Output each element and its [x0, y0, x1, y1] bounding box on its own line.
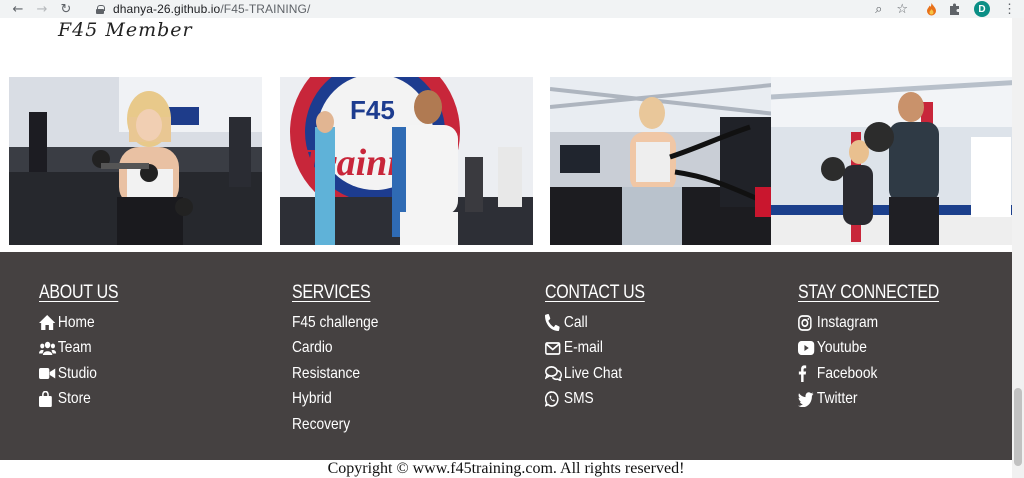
footer-link-studio[interactable]: Studio — [39, 361, 120, 387]
footer-link-resistance[interactable]: Resistance — [292, 361, 378, 387]
address-bar[interactable]: dhanya-26.github.io/F45-TRAINING/ ⌕ ☆ — [88, 0, 916, 18]
lock-icon[interactable] — [96, 4, 105, 14]
services-heading[interactable]: SERVICES — [292, 282, 376, 304]
footer-link-recovery[interactable]: Recovery — [292, 412, 378, 438]
svg-text:F45: F45 — [350, 95, 395, 125]
facebook-icon — [798, 365, 815, 383]
contact-heading[interactable]: CONTACT US — [545, 282, 645, 304]
zoom-icon[interactable]: ⌕ — [875, 2, 882, 17]
member-section-title: F45 Member — [58, 19, 193, 41]
footer-link-call[interactable]: Call — [545, 310, 647, 336]
footer-about-column: ABOUT US Home Team Studio Store — [39, 282, 133, 412]
profile-avatar[interactable]: D — [974, 1, 990, 17]
site-footer: ABOUT US Home Team Studio Store SERVICES… — [0, 252, 1012, 460]
page-scrollbar[interactable] — [1012, 18, 1024, 478]
forward-arrow-icon[interactable]: → — [30, 0, 54, 18]
envelope-icon — [545, 341, 562, 355]
phone-icon — [545, 314, 562, 332]
bookmark-star-icon[interactable]: ☆ — [896, 2, 908, 17]
footer-link-email[interactable]: E-mail — [545, 336, 647, 362]
twitter-icon — [798, 392, 815, 407]
footer-link-f45-challenge[interactable]: F45 challenge — [292, 310, 378, 336]
more-menu-icon[interactable]: ⋮ — [1003, 0, 1016, 18]
footer-link-sms[interactable]: SMS — [545, 387, 647, 413]
gallery-photo-2: F45 Training — [280, 77, 533, 245]
footer-link-youtube[interactable]: Youtube — [798, 336, 942, 362]
footer-contact-column: CONTACT US Call E-mail Live Chat SMS — [545, 282, 664, 412]
home-icon — [39, 315, 56, 331]
footer-link-hybrid[interactable]: Hybrid — [292, 387, 378, 413]
gallery-photo-1 — [9, 77, 262, 245]
footer-link-team[interactable]: Team — [39, 336, 120, 362]
instagram-icon — [798, 314, 815, 331]
users-icon — [39, 341, 57, 356]
browser-toolbar: ← → ↻ dhanya-26.github.io/F45-TRAINING/ … — [0, 0, 1024, 18]
scrollbar-thumb[interactable] — [1014, 388, 1022, 466]
copyright-text: Copyright © www.f45training.com. All rig… — [327, 460, 685, 477]
back-arrow-icon[interactable]: ← — [6, 0, 30, 18]
footer-services-column: SERVICES F45 challenge Cardio Resistance… — [292, 282, 393, 438]
extensions-puzzle-icon[interactable] — [948, 0, 962, 18]
youtube-icon — [798, 341, 815, 356]
footer-link-store[interactable]: Store — [39, 387, 120, 413]
url-text[interactable]: dhanya-26.github.io/F45-TRAINING/ — [113, 2, 310, 16]
footer-link-home[interactable]: Home — [39, 310, 120, 336]
footer-link-cardio[interactable]: Cardio — [292, 336, 378, 362]
footer-link-instagram[interactable]: Instagram — [798, 310, 942, 336]
chat-icon — [545, 366, 563, 382]
social-heading[interactable]: STAY CONNECTED — [798, 282, 939, 304]
about-heading[interactable]: ABOUT US — [39, 282, 119, 304]
reload-icon[interactable]: ↻ — [54, 0, 78, 18]
video-camera-icon — [39, 367, 56, 380]
gallery-photo-3 — [550, 77, 803, 245]
whatsapp-icon — [545, 391, 562, 408]
gallery-photo-4 — [771, 77, 1024, 245]
footer-social-column: STAY CONNECTED Instagram Youtube Faceboo… — [798, 282, 966, 412]
footer-link-live-chat[interactable]: Live Chat — [545, 361, 647, 387]
footer-link-twitter[interactable]: Twitter — [798, 387, 942, 413]
footer-link-facebook[interactable]: Facebook — [798, 361, 942, 387]
shopping-bag-icon — [39, 391, 56, 408]
extension-fire-icon[interactable] — [924, 0, 938, 18]
